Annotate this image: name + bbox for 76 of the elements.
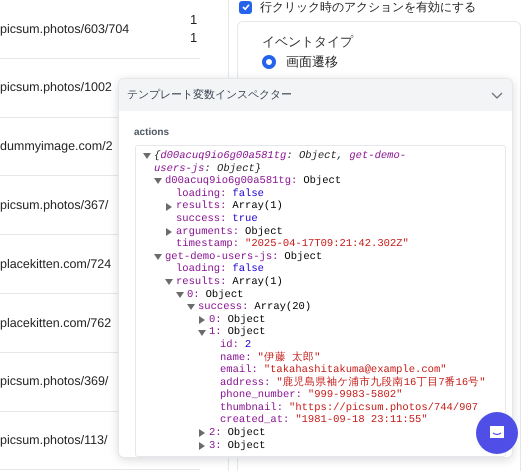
table-cell-text: 1 xyxy=(190,10,198,29)
tree-key: id: xyxy=(220,338,239,352)
tree-key: get-demo-users-js: xyxy=(165,250,278,264)
tree-value: Array(1) xyxy=(232,276,283,289)
collapsed-triangle-icon[interactable] xyxy=(165,202,174,211)
inspector-header[interactable]: テンプレート変数インスペクター xyxy=(119,79,512,111)
tree-value: Object xyxy=(228,314,266,326)
tree-value: "https://picsum.photos/744/907 xyxy=(289,402,478,414)
collapsed-triangle-icon[interactable] xyxy=(165,228,174,236)
tree-value: true xyxy=(232,212,258,226)
tree-key: loading: xyxy=(176,188,226,200)
tree-value: false xyxy=(232,188,264,200)
tree-key: 2: xyxy=(209,427,222,440)
table-cell-text: picsum.photos/367/ xyxy=(0,196,108,214)
collapsed-triangle-icon[interactable] xyxy=(198,429,207,438)
tree-key: address: xyxy=(220,376,270,390)
tree-key: d00acuq9io6g00a581tg: xyxy=(165,175,298,188)
tree-key: success: xyxy=(198,301,248,314)
tree-value: "伊藤 太郎" xyxy=(258,352,320,364)
tree-value: "鹿児島県袖ケ浦市九段南16丁目7番16号" xyxy=(276,376,486,389)
check-icon xyxy=(240,2,250,12)
tree-summary: {d00acuq9io6g00a581tg: Object, get-demo-users-js: Object} xyxy=(154,150,408,175)
expanded-triangle-icon[interactable] xyxy=(154,253,163,262)
radio-label: 画面遷移 xyxy=(286,54,338,70)
tree-key: created_at: xyxy=(220,414,290,428)
tree-value: Object xyxy=(228,326,266,339)
section-label: イベントタイプ xyxy=(262,34,354,50)
tree-value: "takahashitakuma@example.com" xyxy=(264,364,447,376)
expanded-triangle-icon[interactable] xyxy=(187,303,196,312)
radio-button[interactable] xyxy=(262,55,276,69)
expanded-triangle-icon[interactable] xyxy=(165,278,174,286)
tree-key: timestamp: xyxy=(176,238,240,251)
collapsed-triangle-icon[interactable] xyxy=(198,316,207,324)
tree-key: phone_number: xyxy=(220,389,302,402)
tree-value: "1981-09-18 23:11:55" xyxy=(295,414,428,428)
collapsed-triangle-icon[interactable] xyxy=(198,442,207,450)
expanded-triangle-icon[interactable] xyxy=(154,177,163,186)
tree-value: Object xyxy=(228,440,266,452)
checkbox-label: 行クリック時のアクションを有効にする xyxy=(260,0,476,14)
tree-key: 1: xyxy=(209,326,222,339)
tree-key: 3: xyxy=(209,440,222,452)
tree-key: 0: xyxy=(209,314,222,326)
tree-key: name: xyxy=(220,352,252,364)
tree-value: "999-9983-5802" xyxy=(308,389,402,402)
tree-key: loading: xyxy=(176,263,226,276)
tree-value: Object xyxy=(228,427,266,440)
tree-value: Array(20) xyxy=(254,301,312,314)
tree-key: thumbnail: xyxy=(220,402,284,414)
tree-value: Object xyxy=(245,226,283,238)
tree-key: email: xyxy=(220,364,258,377)
table-cell-text: 1 xyxy=(190,28,198,47)
checkbox[interactable] xyxy=(239,0,252,14)
tree-value: Object xyxy=(284,250,322,264)
tree-key: results: xyxy=(176,200,226,213)
tree-value: 2 xyxy=(244,338,252,352)
table-cell-text: picsum.photos/113/ xyxy=(0,432,108,450)
tree-key: success: xyxy=(176,212,226,226)
section-label: actions xyxy=(134,126,170,140)
tree-key: results: xyxy=(176,276,226,289)
table-cell-text: placekitten.com/724 xyxy=(0,256,112,273)
tree-value: "2025-04-17T09:21:42.302Z" xyxy=(245,238,409,251)
inspector-title: テンプレート変数インスペクター xyxy=(127,88,292,103)
expanded-triangle-icon[interactable] xyxy=(143,152,152,160)
table-cell-text: picsum.photos/369/ xyxy=(0,373,108,390)
tree-value: Array(1) xyxy=(232,200,283,213)
tree-value: false xyxy=(232,263,264,276)
table-cell-text: dummyimage.com/2 xyxy=(0,138,113,156)
tree-value: Object xyxy=(206,288,244,302)
table-cell-text: picsum.photos/603/704 xyxy=(0,20,130,38)
expanded-triangle-icon[interactable] xyxy=(198,328,207,337)
expanded-triangle-icon[interactable] xyxy=(176,290,185,299)
tree-key: arguments: xyxy=(176,226,240,238)
tree-value: Object xyxy=(303,175,342,188)
table-cell-text: picsum.photos/1002 xyxy=(0,79,112,96)
table-cell-text: placekitten.com/762 xyxy=(0,314,112,332)
tree-key: 0: xyxy=(187,288,200,302)
